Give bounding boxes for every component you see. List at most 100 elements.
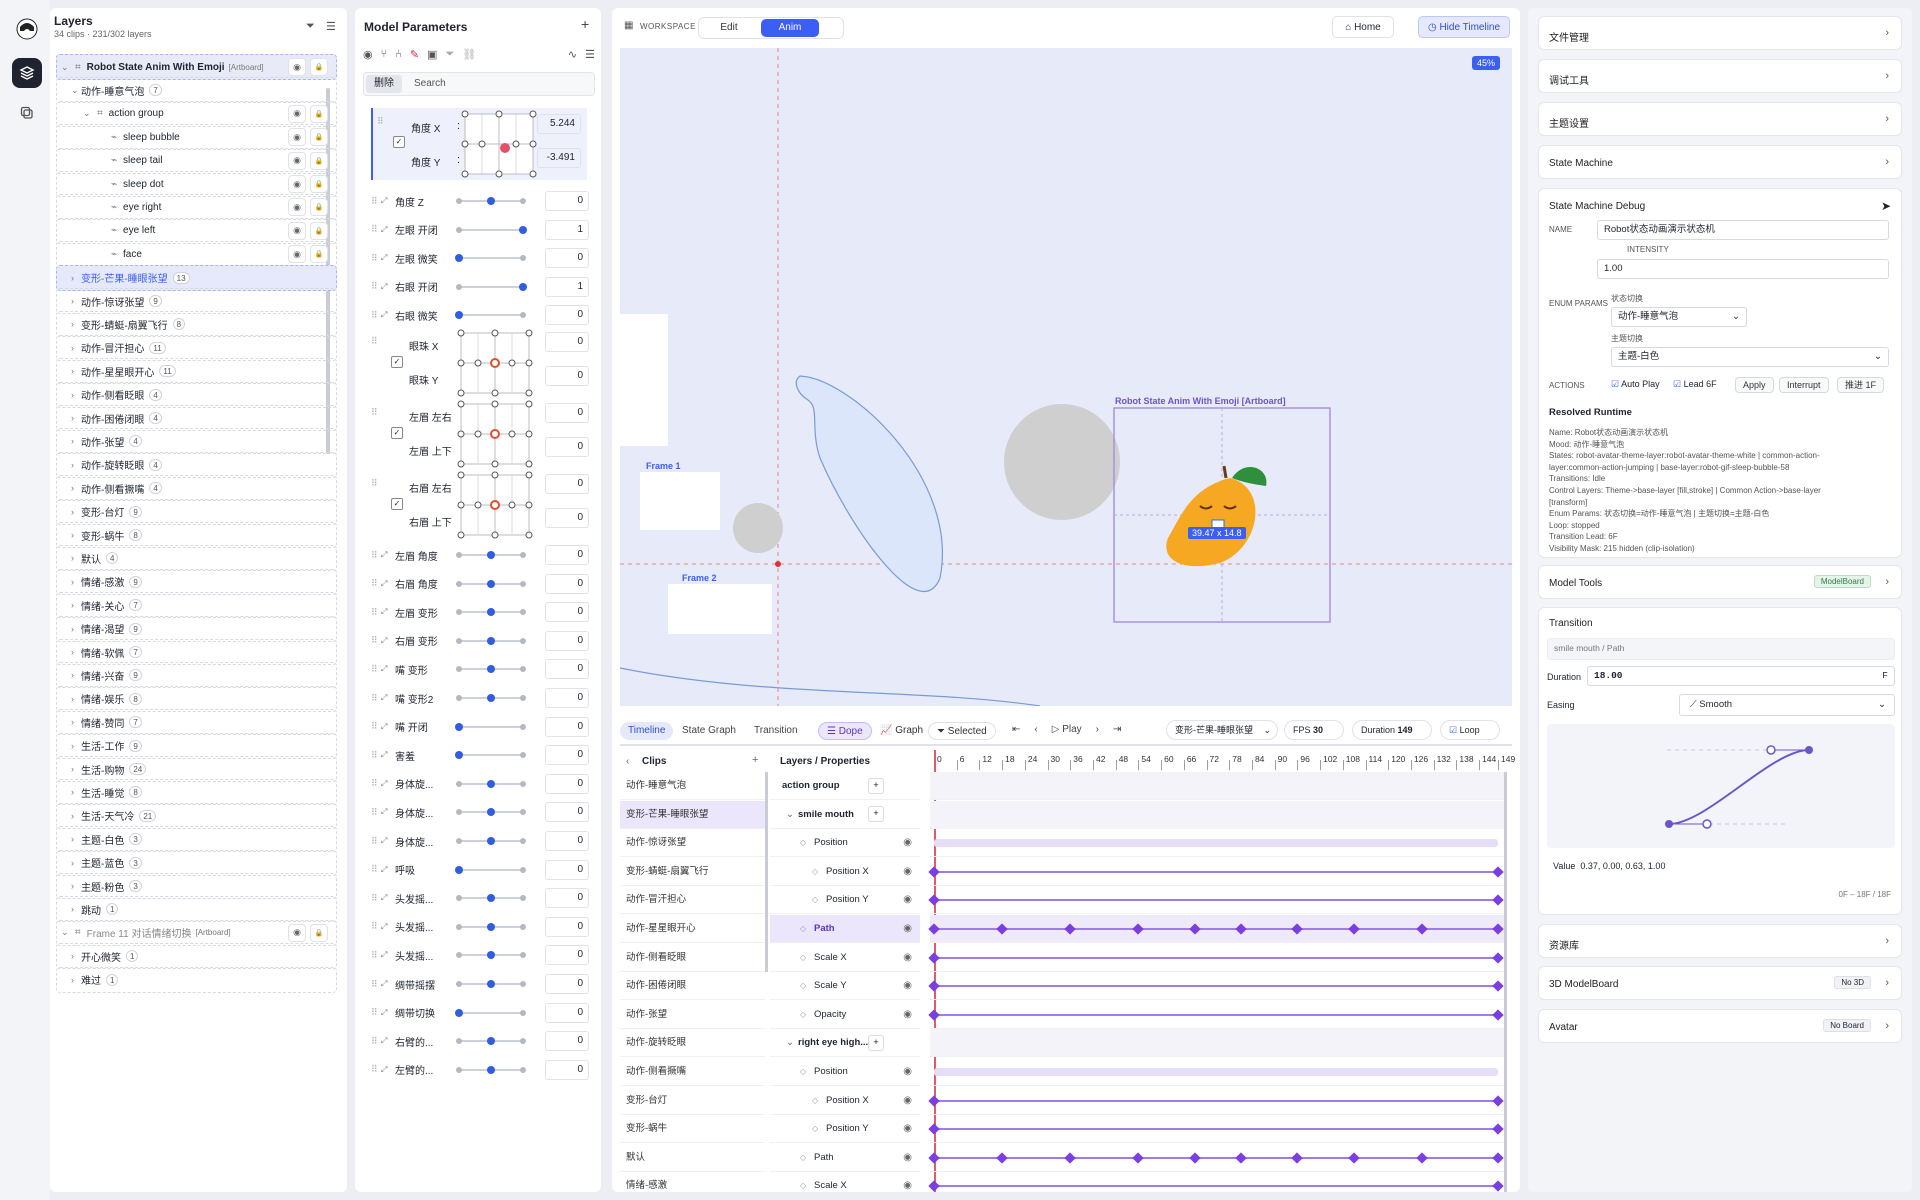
- curve-toggle-icon[interactable]: ⤢: [381, 779, 395, 789]
- clip-list-item[interactable]: 动作-睡意气泡: [620, 772, 765, 800]
- param-value[interactable]: 0: [545, 248, 589, 269]
- clip-row[interactable]: › 情绪-关心 7: [56, 592, 337, 619]
- param-row[interactable]: ⠿ ⤢ 头发摇... 0: [371, 914, 593, 940]
- param-value[interactable]: 0: [545, 659, 589, 680]
- visibility-icon[interactable]: ◉: [903, 1066, 912, 1077]
- slider-thumb[interactable]: [487, 894, 495, 903]
- angle-y-value[interactable]: -3.491: [537, 148, 581, 168]
- drag-handle-icon[interactable]: ⠿: [371, 1036, 381, 1047]
- pad-value-b[interactable]: 0: [545, 366, 589, 386]
- param-slider[interactable]: [456, 694, 526, 702]
- param-row[interactable]: ⠿ ⤢ 右臂的... 0: [371, 1028, 593, 1054]
- keyframe[interactable]: [1234, 923, 1247, 935]
- property-row[interactable]: ◇ Path ◉: [770, 1144, 920, 1172]
- graph-toggle[interactable]: 📈 Graph: [872, 722, 931, 740]
- chevron-right-icon[interactable]: ›: [71, 577, 81, 587]
- param-slider[interactable]: [455, 254, 526, 263]
- drag-handle-icon[interactable]: ⠿: [371, 310, 381, 321]
- child-layer-row[interactable]: ⌁ face ◉ 🔒: [56, 241, 337, 268]
- slider-thumb[interactable]: [519, 225, 527, 234]
- keyframe[interactable]: [1492, 980, 1504, 992]
- chevron-right-icon[interactable]: ›: [71, 881, 81, 891]
- visibility-icon[interactable]: ◉: [903, 837, 912, 848]
- clip-list-item[interactable]: 动作-旋转眨眼: [620, 1029, 765, 1058]
- property-row[interactable]: ◇ Scale X ◉: [770, 1172, 920, 1192]
- chevron-right-icon[interactable]: ›: [71, 787, 81, 797]
- clip-list-item[interactable]: 情绪-感激: [620, 1172, 765, 1192]
- clip-list-item[interactable]: 默认: [620, 1144, 765, 1172]
- visibility-icon[interactable]: ◉: [903, 1180, 912, 1191]
- hide-timeline-button[interactable]: ◷ Hide Timeline: [1418, 16, 1510, 38]
- chevron-right-icon[interactable]: ›: [71, 366, 81, 376]
- param-value[interactable]: 0: [545, 1031, 589, 1052]
- lock-icon[interactable]: 🔒: [310, 58, 328, 76]
- keyframe[interactable]: [928, 866, 940, 878]
- visibility-icon[interactable]: ◉: [903, 866, 912, 877]
- visibility-icon[interactable]: ◉: [903, 1009, 912, 1020]
- clip-row[interactable]: › 难过 1: [56, 966, 337, 993]
- chevron-down-icon[interactable]: ⌄: [61, 927, 71, 938]
- clip-row[interactable]: › 动作-侧看撅嘴 4: [56, 475, 337, 502]
- curve-toggle-icon[interactable]: ⤢: [381, 865, 395, 875]
- curve-toggle-icon[interactable]: ⤢: [381, 1065, 395, 1075]
- clip-row[interactable]: › 动作-星星眼开心 11: [56, 358, 337, 385]
- param-search-input[interactable]: Search: [414, 75, 446, 93]
- clip-row[interactable]: › 情绪-兴奋 9: [56, 662, 337, 689]
- clip-row[interactable]: › 主题-蓝色 3: [56, 849, 337, 876]
- loop-toggle[interactable]: ☑ Loop: [1440, 720, 1500, 740]
- curve-toggle-icon[interactable]: ⤢: [381, 922, 395, 932]
- clip-row[interactable]: › 开心微笑 1: [56, 943, 337, 970]
- chevron-right-icon[interactable]: ›: [71, 319, 81, 329]
- curve-toggle-icon[interactable]: ⤢: [381, 196, 395, 206]
- param-slider[interactable]: [455, 722, 526, 731]
- collapse-clips-icon[interactable]: ‹: [626, 756, 629, 767]
- chevron-right-icon[interactable]: ›: [71, 390, 81, 400]
- keyframe-toggle-icon[interactable]: ◇: [800, 1181, 814, 1190]
- chevron-right-icon[interactable]: ›: [71, 460, 81, 470]
- param-slider[interactable]: [456, 980, 526, 988]
- chevron-right-icon[interactable]: ›: [71, 624, 81, 634]
- property-row[interactable]: ◇ Path ◉: [770, 915, 920, 943]
- property-row[interactable]: ◇ Position X ◉: [770, 858, 920, 886]
- chevron-right-icon[interactable]: ›: [71, 296, 81, 306]
- drag-handle-icon[interactable]: ⠿: [371, 550, 381, 561]
- lock-icon[interactable]: 🔒: [310, 198, 328, 217]
- param-row[interactable]: ⠿ ⤢ 头发摇... 0: [371, 942, 593, 968]
- slider-thumb[interactable]: [455, 751, 463, 760]
- slider-thumb[interactable]: [487, 779, 495, 788]
- add-property-icon[interactable]: +: [868, 1034, 884, 1051]
- param-row[interactable]: ⠿ ⤢ 右眼 开闭 1: [371, 274, 593, 300]
- param-slider[interactable]: [455, 751, 526, 760]
- drag-handle-icon[interactable]: ⠿: [371, 224, 381, 235]
- chevron-right-icon[interactable]: ›: [71, 904, 81, 914]
- xy-pad[interactable]: [457, 471, 533, 539]
- param-value[interactable]: 0: [545, 916, 589, 937]
- visibility-icon[interactable]: ◉: [288, 104, 306, 123]
- param-slider[interactable]: [456, 951, 526, 960]
- param-slider[interactable]: [455, 1008, 526, 1017]
- visibility-icon[interactable]: ◉: [903, 980, 912, 991]
- play-button[interactable]: ▷ Play: [1052, 724, 1082, 735]
- slider-thumb[interactable]: [487, 837, 495, 845]
- clip-list-item[interactable]: 变形-台灯: [620, 1087, 765, 1115]
- keyframe[interactable]: [1416, 923, 1428, 935]
- keyframe[interactable]: [1064, 923, 1076, 935]
- pad-value-a[interactable]: 0: [545, 403, 589, 423]
- param-value[interactable]: 0: [545, 602, 589, 623]
- action-group-row[interactable]: ⌄ ⌗ action group ◉ 🔒: [56, 100, 337, 127]
- chevron-right-icon[interactable]: ›: [71, 436, 81, 446]
- group-row[interactable]: ⌄ 动作-睡意气泡 7: [56, 77, 337, 104]
- slider-thumb[interactable]: [455, 311, 463, 320]
- param-value[interactable]: 0: [545, 545, 589, 565]
- slider-thumb[interactable]: [487, 1065, 495, 1074]
- param-row[interactable]: ⠿ ⤢ 身体旋... 0: [371, 828, 593, 854]
- tab-delete[interactable]: 删除: [366, 75, 402, 93]
- keyframe-track[interactable]: [928, 858, 1504, 886]
- param-row[interactable]: ⠿ ⤢ 嘴 变形2 0: [371, 685, 593, 711]
- slider-thumb[interactable]: [455, 722, 463, 731]
- chevron-down-icon[interactable]: ⌄: [71, 85, 81, 96]
- drag-handle-icon[interactable]: ⠿: [371, 893, 381, 904]
- slider-thumb[interactable]: [487, 694, 495, 702]
- slider-thumb[interactable]: [487, 636, 495, 645]
- keyframe-toggle-icon[interactable]: ◇: [812, 1124, 826, 1133]
